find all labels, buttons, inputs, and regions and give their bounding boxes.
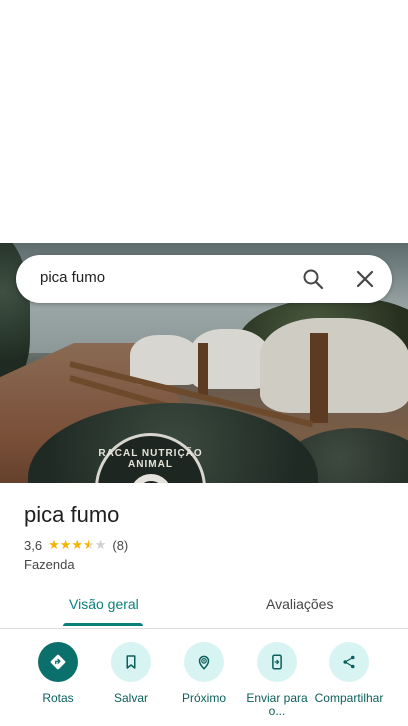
directions-icon: [50, 654, 66, 670]
place-category: Fazenda: [24, 557, 75, 572]
rating-row[interactable]: 3,6 ★ ★ ★ ★ ★ (8): [24, 537, 128, 553]
action-bar: Rotas Salvar Próximo Enviar para o... Co…: [0, 640, 408, 726]
blank-map-area: [0, 0, 408, 243]
send-to-phone-label: Enviar para o...: [246, 692, 308, 718]
save-button-circle[interactable]: [111, 642, 151, 682]
save-button[interactable]: Salvar: [93, 640, 169, 705]
badge-text: RACAL NUTRIÇÃO ANIMAL: [98, 448, 203, 470]
search-input[interactable]: pica fumo: [40, 269, 105, 286]
share-button[interactable]: Compartilhar: [311, 640, 387, 705]
nearby-icon: [198, 655, 210, 670]
rating-stars: ★ ★ ★ ★ ★: [48, 537, 106, 553]
search-bar[interactable]: pica fumo: [16, 255, 392, 303]
tab-bar: Visão geral Avaliações: [0, 585, 408, 629]
place-title: pica fumo: [24, 502, 120, 527]
nearby-label: Próximo: [181, 692, 226, 705]
close-icon[interactable]: [353, 267, 377, 291]
rating-value: 3,6: [24, 537, 43, 553]
photo-fence-post: [198, 343, 208, 398]
directions-button-circle[interactable]: [38, 642, 78, 682]
share-button-circle[interactable]: [329, 642, 369, 682]
star-icon: ★: [71, 537, 84, 552]
review-count[interactable]: (8): [112, 538, 128, 553]
star-half-icon: ★: [83, 537, 95, 552]
nearby-button-circle[interactable]: [184, 642, 224, 682]
bookmark-icon: [126, 655, 136, 669]
tab-overview[interactable]: Visão geral: [69, 596, 139, 612]
tab-reviews[interactable]: Avaliações: [266, 596, 333, 612]
active-tab-indicator: [63, 623, 143, 626]
search-icon[interactable]: [301, 267, 325, 291]
star-icon: ★: [59, 537, 72, 552]
star-icon: ★: [48, 537, 60, 552]
save-label: Salvar: [113, 692, 148, 705]
send-to-phone-button-circle[interactable]: [257, 642, 297, 682]
send-to-phone-button[interactable]: Enviar para o...: [239, 640, 315, 718]
star-empty-icon: ★: [94, 537, 107, 552]
send-to-phone-icon: [272, 654, 282, 670]
nearby-button[interactable]: Próximo: [166, 640, 242, 705]
share-icon: [343, 655, 355, 669]
directions-button[interactable]: Rotas: [20, 640, 96, 705]
photo-fence-post: [310, 333, 328, 423]
badge-logo-ring: [130, 474, 172, 483]
photo-cattle: [260, 318, 408, 413]
directions-label: Rotas: [42, 692, 74, 705]
share-label: Compartilhar: [314, 692, 384, 705]
